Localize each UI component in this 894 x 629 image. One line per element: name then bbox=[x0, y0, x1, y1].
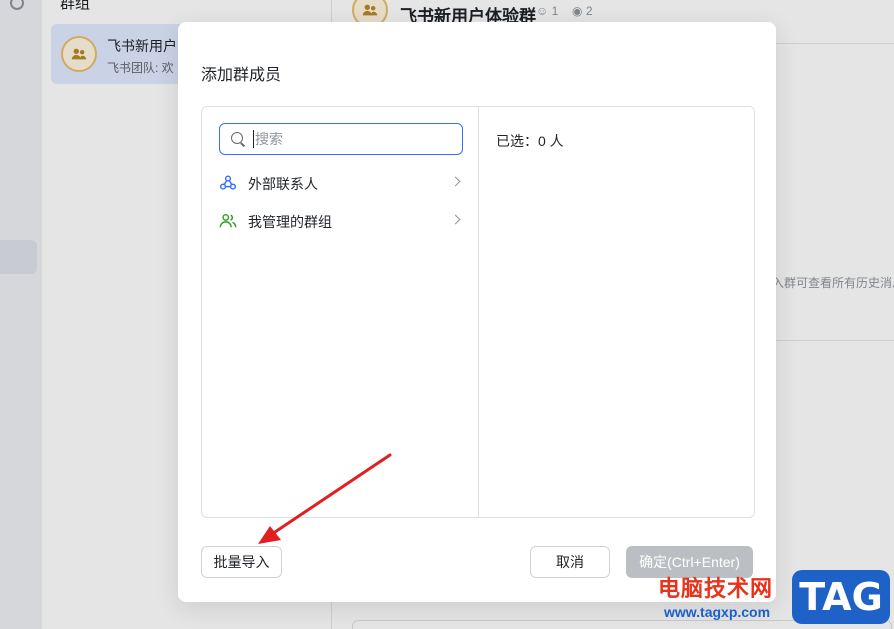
watermark-url: www.tagxp.com bbox=[664, 604, 771, 620]
cancel-button[interactable]: 取消 bbox=[530, 546, 610, 578]
external-contacts-icon bbox=[219, 175, 237, 190]
chevron-right-icon bbox=[450, 214, 461, 225]
search-box[interactable] bbox=[219, 123, 463, 155]
category-managed-groups[interactable]: 我管理的群组 bbox=[202, 203, 479, 239]
watermark-text: 电脑技术网 bbox=[658, 576, 774, 601]
category-label: 我管理的群组 bbox=[248, 214, 332, 230]
category-label: 外部联系人 bbox=[248, 176, 318, 192]
managed-groups-icon bbox=[219, 213, 237, 228]
selected-count: 已选：0 人 bbox=[496, 133, 564, 149]
search-input[interactable] bbox=[253, 130, 453, 148]
chevron-right-icon bbox=[450, 176, 461, 187]
add-members-dialog: 添加群成员 外部联系人 bbox=[178, 22, 776, 602]
search-icon bbox=[231, 132, 245, 146]
category-external-contacts[interactable]: 外部联系人 bbox=[202, 165, 479, 201]
watermark-logo: TAG bbox=[792, 570, 890, 624]
batch-import-button[interactable]: 批量导入 bbox=[201, 546, 282, 578]
dialog-title: 添加群成员 bbox=[201, 67, 282, 84]
member-picker: 外部联系人 我管理的群组 已选：0 人 bbox=[201, 106, 755, 518]
picker-source-panel: 外部联系人 我管理的群组 bbox=[202, 107, 479, 517]
